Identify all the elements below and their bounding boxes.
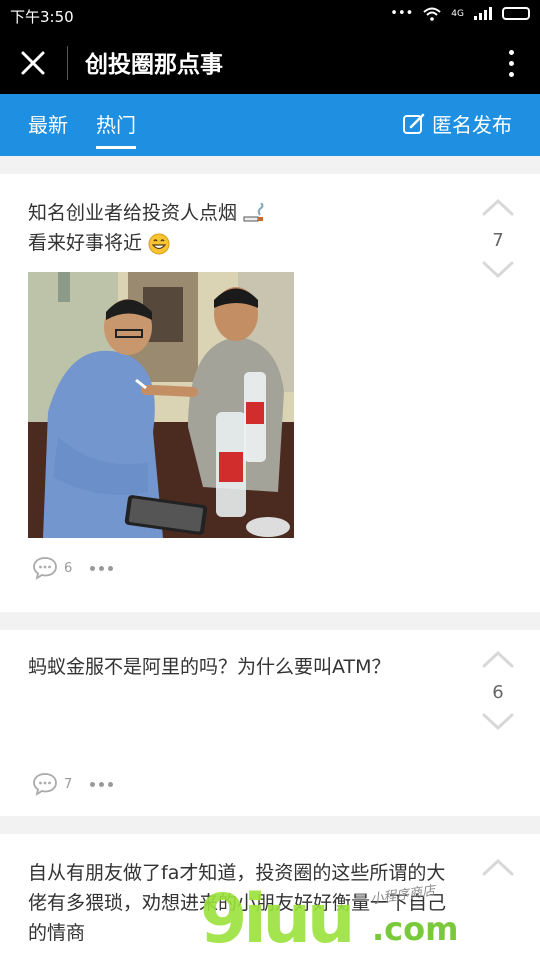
comment-icon[interactable]	[32, 772, 58, 796]
tab-bar: 最新 热门 匿名发布	[0, 94, 540, 156]
vote-control: 7	[482, 198, 514, 283]
more-dot	[508, 71, 514, 77]
post-text: 知名创业者给投资人点烟 看来好事将近	[28, 198, 458, 258]
watermark-domain: .com	[372, 910, 459, 948]
post-card[interactable]: 蚂蚁金服不是阿里的吗？为什么要叫ATM？ 6 7	[0, 630, 540, 816]
downvote-icon[interactable]	[482, 261, 514, 279]
page-title: 创投圈那点事	[85, 52, 223, 78]
post-photo[interactable]	[28, 272, 294, 538]
cigarette-emoji-icon	[243, 202, 264, 221]
signal-icon	[474, 7, 492, 20]
status-bar: 下午3:50 ••• 4G	[0, 0, 540, 32]
close-icon	[21, 51, 45, 75]
upvote-icon[interactable]	[482, 858, 514, 876]
upvote-icon[interactable]	[482, 198, 514, 216]
status-time: 下午3:50	[10, 8, 74, 26]
post-text-line: 知名创业者给投资人点烟	[28, 202, 238, 224]
downvote-icon[interactable]	[482, 713, 514, 731]
comment-count: 7	[64, 776, 73, 792]
network-type: 4G	[451, 8, 464, 19]
battery-icon	[502, 7, 530, 20]
post-meta: 7	[32, 772, 114, 796]
anonymous-post-button[interactable]: 匿名发布	[402, 109, 512, 138]
vote-count: 7	[492, 230, 504, 251]
post-text-line: 看来好事将近	[28, 232, 143, 254]
vote-count: 6	[492, 682, 504, 703]
title-divider	[67, 46, 68, 80]
comment-icon[interactable]	[32, 556, 58, 580]
comment-count: 6	[64, 560, 73, 576]
more-menu-button[interactable]	[496, 43, 526, 83]
upvote-icon[interactable]	[482, 650, 514, 668]
more-options-icon[interactable]	[90, 565, 114, 571]
wifi-icon	[423, 7, 441, 21]
photo-illustration	[28, 272, 294, 538]
ellipsis-icon: •••	[390, 6, 414, 21]
more-options-icon[interactable]	[90, 781, 114, 787]
more-dot	[508, 60, 514, 66]
vote-control	[482, 858, 514, 880]
post-text: 蚂蚁金服不是阿里的吗？为什么要叫ATM？	[28, 656, 391, 678]
grinning-emoji-icon	[148, 233, 170, 254]
close-button[interactable]	[14, 44, 52, 82]
watermark-logo: 9iuu	[200, 880, 355, 959]
more-dot	[508, 49, 514, 55]
tab-latest[interactable]: 最新	[28, 109, 68, 146]
tab-hot[interactable]: 热门	[96, 109, 136, 149]
anonymous-post-label: 匿名发布	[432, 113, 512, 137]
edit-icon	[403, 113, 425, 134]
status-icons: ••• 4G	[390, 6, 530, 21]
title-bar: 创投圈那点事	[0, 32, 540, 94]
watermark: 9iuu .com 小程序商店	[200, 880, 500, 959]
post-card[interactable]: 知名创业者给投资人点烟 看来好事将近 7 6	[0, 174, 540, 612]
vote-control: 6	[482, 650, 514, 735]
post-meta: 6	[32, 556, 114, 580]
